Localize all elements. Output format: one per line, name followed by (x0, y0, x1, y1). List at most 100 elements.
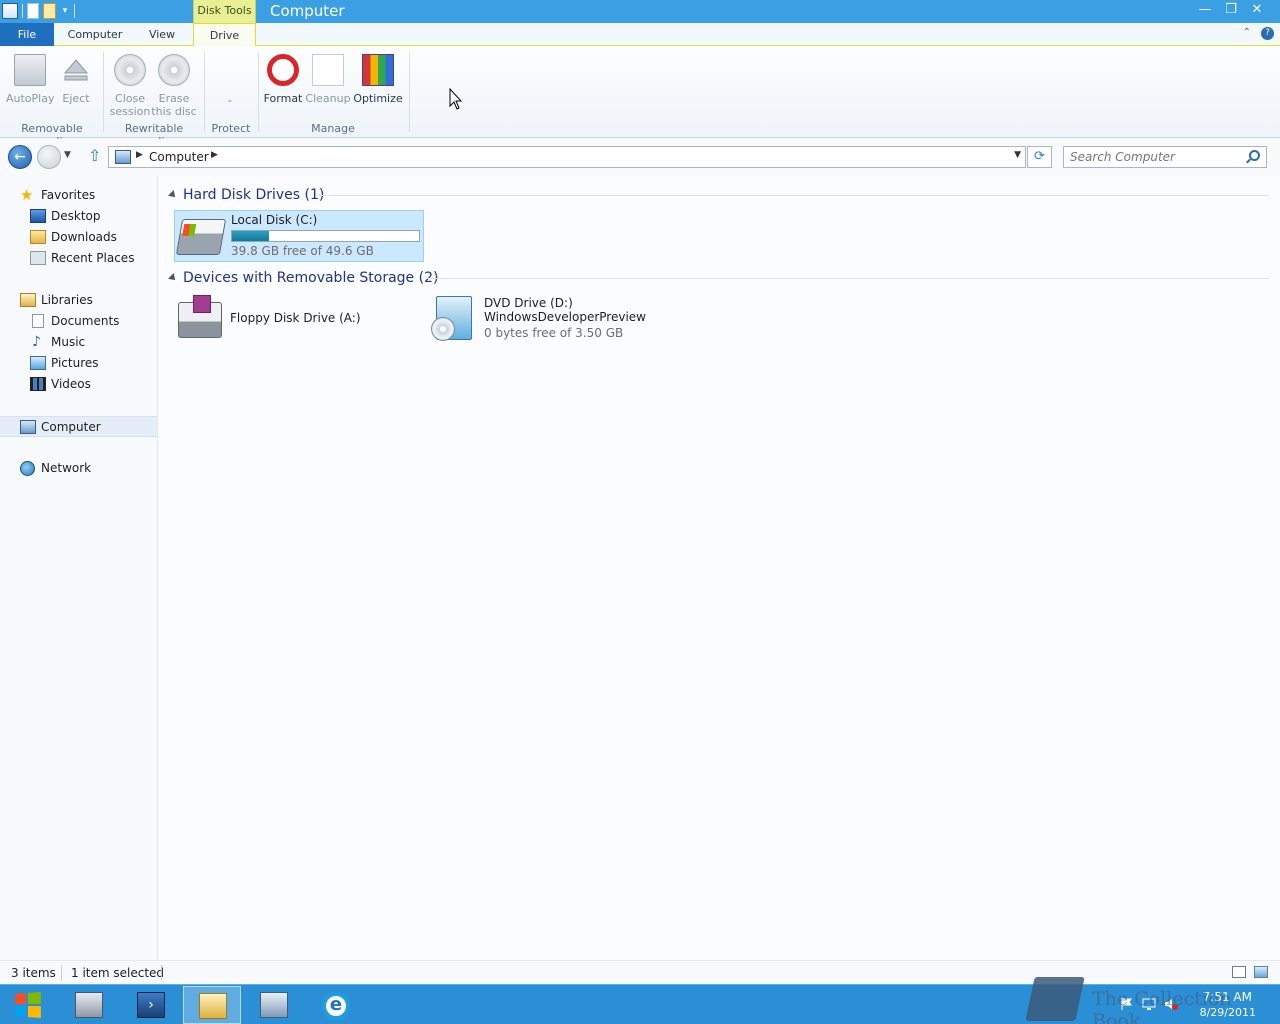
up-arrow-icon[interactable]: ⇧ (88, 148, 101, 164)
collapse-triangle-icon[interactable] (168, 273, 178, 283)
nav-item-network[interactable]: Network (0, 458, 157, 479)
format-icon (267, 54, 299, 86)
nav-label: Documents (51, 314, 120, 328)
breadcrumb-arrow-icon[interactable]: ▶ (136, 150, 143, 160)
taskbar-internet-explorer[interactable]: e (307, 986, 365, 1024)
protect-dropdown[interactable]: ⌄ (206, 92, 254, 106)
group-header-removable-storage[interactable]: Devices with Removable Storage (2) (168, 269, 1269, 287)
optimize-button[interactable]: Optimize (353, 54, 403, 105)
nav-label: Network (41, 461, 92, 475)
qat-separator (22, 4, 23, 18)
drive-floppy-a[interactable]: Floppy Disk Drive (A:) (174, 294, 424, 346)
star-icon: ★ (20, 186, 34, 204)
computer-icon (115, 150, 131, 164)
autoplay-icon (14, 54, 46, 86)
ribbon-group-separator (103, 52, 104, 132)
drive-name: Local Disk (C:) (231, 213, 318, 227)
minimize-ribbon-chevron-icon[interactable]: ⌃ (1243, 27, 1251, 40)
close-session-button[interactable]: Close session (106, 54, 154, 118)
forward-button[interactable] (37, 145, 61, 169)
taskbar-control-panel[interactable] (245, 986, 303, 1024)
ribbon-drive: AutoPlay Eject Removable media Close ses… (0, 46, 1280, 148)
group-divider (319, 195, 1269, 196)
book-logo-icon (1025, 977, 1085, 1021)
nav-label: Downloads (51, 230, 117, 244)
erase-disc-label-2: this disc (151, 105, 197, 118)
window-title: Computer (270, 2, 345, 20)
breadcrumb-computer[interactable]: Computer (149, 150, 209, 164)
eject-label: Eject (62, 92, 90, 105)
search-icon[interactable] (1249, 150, 1260, 161)
properties-icon[interactable] (27, 3, 39, 19)
collapse-triangle-icon[interactable] (168, 190, 178, 200)
title-bar: ▾ Disk Tools Computer — ❐ ✕ (0, 0, 1280, 23)
address-history-chevron-icon[interactable]: ▼ (1014, 150, 1021, 160)
music-note-icon: ♪ (32, 334, 41, 350)
ribbon-tabs: File Computer View Drive ⌃ ? (0, 23, 1280, 47)
minimize-button[interactable]: — (1192, 0, 1218, 20)
close-session-label-1: Close (115, 92, 145, 105)
search-box[interactable] (1063, 146, 1267, 168)
restore-button[interactable]: ❐ (1218, 0, 1244, 20)
drive-name: Floppy Disk Drive (A:) (230, 311, 361, 325)
nav-item-videos[interactable]: Videos (0, 374, 157, 395)
pictures-icon (30, 356, 46, 370)
app-menu-icon[interactable] (2, 3, 18, 19)
drive-dvd-d[interactable]: DVD Drive (D:) WindowsDeveloperPreview 0… (428, 294, 678, 346)
libraries-icon (20, 293, 36, 307)
disk-usage-bar (231, 230, 420, 242)
eject-icon (60, 54, 92, 86)
cleanup-button[interactable]: Cleanup (304, 54, 352, 105)
nav-item-downloads[interactable]: Downloads (0, 227, 157, 248)
nav-item-music[interactable]: ♪ Music (0, 332, 157, 353)
tab-file[interactable]: File (0, 23, 54, 46)
new-folder-icon[interactable] (43, 3, 56, 19)
videos-film-icon (30, 377, 46, 391)
close-session-disc-icon (114, 54, 146, 86)
nav-item-desktop[interactable]: Desktop (0, 206, 157, 227)
optimize-icon (362, 54, 394, 86)
autoplay-label: AutoPlay (6, 92, 55, 105)
nav-item-libraries[interactable]: Libraries (0, 290, 157, 311)
watermark-text: The Collection Book (1092, 988, 1232, 1024)
start-button[interactable] (0, 985, 56, 1024)
group-header-hard-disk-drives[interactable]: Hard Disk Drives (1) (168, 186, 1269, 204)
breadcrumb-arrow-icon[interactable]: ▶ (211, 150, 218, 160)
nav-item-computer[interactable]: Computer (0, 416, 157, 437)
autoplay-button[interactable]: AutoPlay (6, 54, 54, 105)
format-label: Format (263, 92, 303, 105)
customize-qat-chevron-icon[interactable]: ▾ (60, 3, 70, 19)
qat-separator (74, 4, 75, 18)
help-icon[interactable]: ? (1261, 27, 1274, 40)
back-button[interactable]: ← (8, 145, 32, 169)
erase-disc-button[interactable]: Erase this disc (150, 54, 198, 118)
nav-item-pictures[interactable]: Pictures (0, 353, 157, 374)
nav-item-documents[interactable]: Documents (0, 311, 157, 332)
nav-label: Pictures (51, 356, 99, 370)
address-bar[interactable]: ▶ Computer ▶ ▼ (108, 146, 1026, 168)
format-button[interactable]: Format (259, 54, 307, 105)
erase-disc-icon (158, 54, 190, 86)
status-separator (161, 965, 162, 981)
hard-drive-icon (175, 219, 227, 255)
close-button[interactable]: ✕ (1244, 0, 1270, 20)
recent-locations-chevron-icon[interactable]: ▼ (64, 150, 71, 160)
watermark: The Collection Book (1025, 977, 1270, 1024)
disk-usage-fill (232, 231, 270, 241)
taskbar-file-explorer[interactable] (183, 986, 241, 1024)
tab-drive[interactable]: Drive (193, 23, 256, 47)
nav-item-recent-places[interactable]: Recent Places (0, 248, 157, 269)
nav-item-favorites[interactable]: ★ Favorites (0, 185, 157, 206)
search-input[interactable] (1070, 149, 1240, 165)
tab-view[interactable]: View (140, 23, 184, 46)
taskbar-powershell[interactable]: › (122, 986, 180, 1024)
eject-button[interactable]: Eject (52, 54, 100, 105)
refresh-button[interactable]: ⟳ (1027, 146, 1052, 168)
floppy-drive-icon (178, 295, 222, 338)
tab-computer[interactable]: Computer (60, 23, 130, 46)
protect-chevron-icon: ⌄ (226, 95, 234, 104)
nav-label: Libraries (41, 293, 93, 307)
drive-local-disk-c[interactable]: Local Disk (C:) 39.8 GB free of 49.6 GB (174, 210, 424, 262)
powershell-icon: › (137, 992, 165, 1018)
taskbar-server-manager[interactable] (60, 986, 118, 1024)
